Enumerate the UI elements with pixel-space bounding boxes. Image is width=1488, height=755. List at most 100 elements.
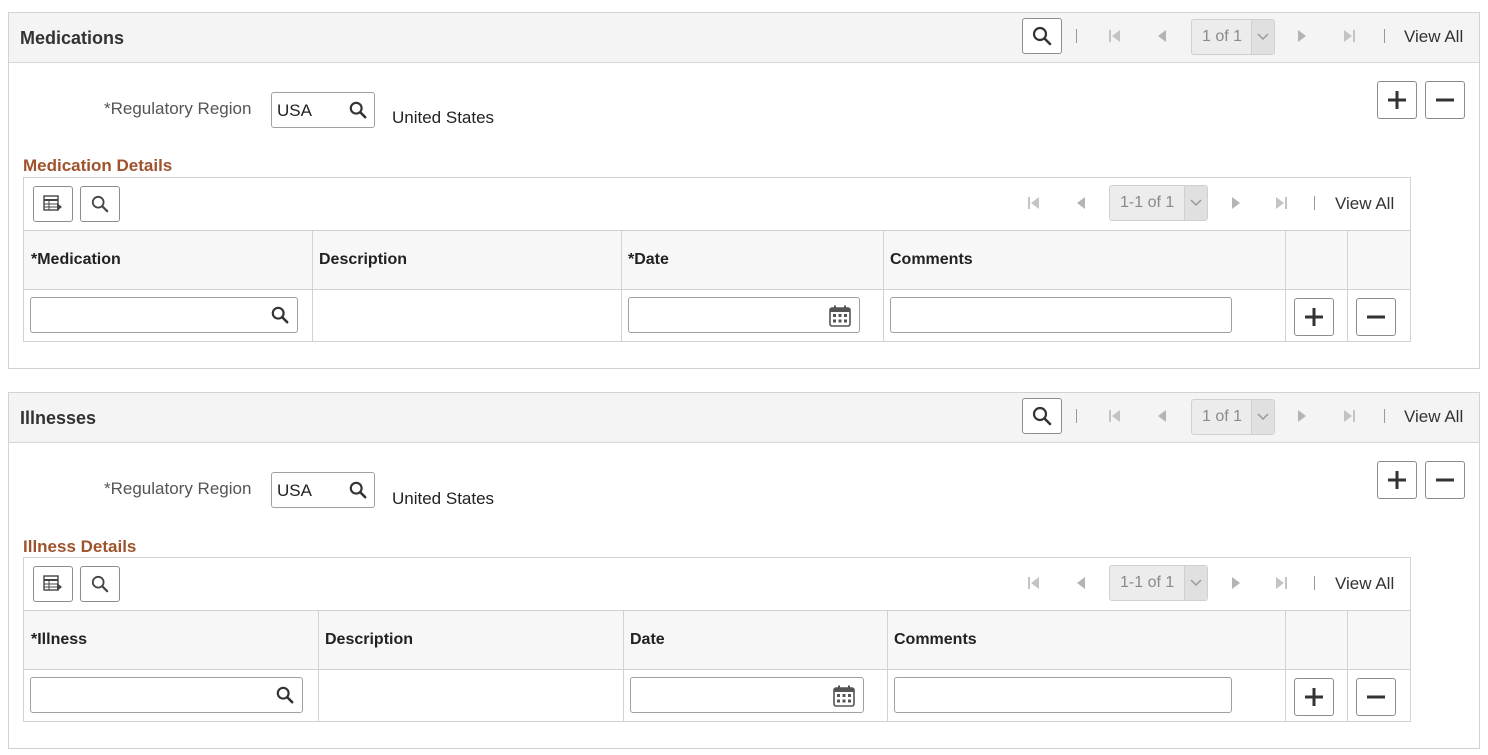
pager-text: 1 of 1 [1202,408,1243,425]
grid-header-row [24,610,1410,670]
grid-header-row [24,230,1410,290]
grid-personalize-icon [43,195,62,211]
next-page-icon[interactable] [1228,195,1244,211]
medications-title: Medications [20,28,125,48]
next-page-icon[interactable] [1294,408,1310,424]
add-row-button[interactable] [1377,81,1417,119]
column-divider [883,230,884,342]
medication-input[interactable] [30,297,298,333]
last-page-icon[interactable] [1273,575,1289,591]
column-header-date[interactable]: Date [630,631,665,649]
grid-view-all-link[interactable]: View All [1335,574,1394,594]
add-row-button[interactable] [1377,461,1417,499]
first-page-icon[interactable] [1107,408,1123,424]
separator [1384,29,1385,43]
personalize-grid-button[interactable] [33,186,73,222]
grid-personalize-icon [43,575,62,591]
calendar-icon[interactable] [833,685,855,712]
medications-view-all-link[interactable]: View All [1404,27,1463,47]
separator [1384,409,1385,423]
grid-pager-text: 1-1 of 1 [1120,574,1175,591]
regulatory-region-label: *Regulatory Region [104,99,252,118]
minus-icon [1436,98,1454,102]
column-divider [1285,610,1286,722]
personalize-grid-button[interactable] [33,566,73,602]
medication-details-grid: 1-1 of 1 View All *Medication Descriptio… [23,177,1411,342]
grid-pager[interactable]: 1-1 of 1 [1109,185,1208,221]
chevron-down-icon [1251,400,1274,434]
chevron-down-icon [1251,20,1274,54]
plus-icon [1388,91,1406,109]
column-header-medication[interactable]: *Medication [31,251,121,269]
add-row-button[interactable] [1294,678,1334,716]
grid-find-button[interactable] [80,186,120,222]
illnesses-row-pager[interactable]: 1 of 1 [1191,399,1275,435]
first-page-icon[interactable] [1107,28,1123,44]
search-icon[interactable] [349,101,367,124]
last-page-icon[interactable] [1341,408,1357,424]
previous-page-icon[interactable] [1073,195,1089,211]
column-divider [621,230,622,342]
last-page-icon[interactable] [1341,28,1357,44]
column-header-date[interactable]: *Date [628,251,669,269]
minus-icon [1436,478,1454,482]
minus-icon [1367,695,1385,699]
next-page-icon[interactable] [1294,28,1310,44]
last-page-icon[interactable] [1273,195,1289,211]
regulatory-region-value: USA [277,101,312,120]
column-header-comments[interactable]: Comments [890,251,973,269]
separator [1314,196,1315,210]
next-page-icon[interactable] [1228,575,1244,591]
column-divider [312,230,313,342]
previous-page-icon[interactable] [1154,408,1170,424]
column-divider [1347,230,1348,342]
calendar-icon[interactable] [829,305,851,332]
medications-find-button[interactable] [1022,18,1062,54]
delete-row-button[interactable] [1356,298,1396,336]
illnesses-view-all-link[interactable]: View All [1404,407,1463,427]
search-icon [1032,406,1052,426]
column-header-description[interactable]: Description [319,251,407,269]
search-icon[interactable] [271,306,289,329]
delete-row-button[interactable] [1425,81,1465,119]
regulatory-region-description: United States [392,489,495,508]
separator [1076,29,1077,43]
illnesses-section: Illnesses 1 of 1 View All *Regulatory Re… [8,392,1480,749]
regulatory-region-description: United States [392,108,495,127]
plus-icon [1388,471,1406,489]
illnesses-title: Illnesses [20,408,97,428]
grid-view-all-link[interactable]: View All [1335,194,1394,214]
search-icon[interactable] [349,481,367,504]
search-icon [91,195,109,213]
illnesses-find-button[interactable] [1022,398,1062,434]
illness-input[interactable] [30,677,303,713]
first-page-icon[interactable] [1026,195,1042,211]
previous-page-icon[interactable] [1154,28,1170,44]
grid-find-button[interactable] [80,566,120,602]
date-input[interactable] [628,297,860,333]
regulatory-region-input[interactable]: USA [271,92,375,128]
separator [1076,409,1077,423]
regulatory-region-input[interactable]: USA [271,472,375,508]
first-page-icon[interactable] [1026,575,1042,591]
delete-row-button[interactable] [1356,678,1396,716]
grid-pager[interactable]: 1-1 of 1 [1109,565,1208,601]
column-divider [623,610,624,722]
add-row-button[interactable] [1294,298,1334,336]
search-icon[interactable] [276,686,294,709]
comments-input[interactable] [894,677,1232,713]
pager-text: 1 of 1 [1202,28,1243,45]
column-header-comments[interactable]: Comments [894,631,977,649]
date-input[interactable] [630,677,864,713]
illness-details-title: Illness Details [23,537,137,556]
previous-page-icon[interactable] [1073,575,1089,591]
comments-input[interactable] [890,297,1232,333]
column-header-description[interactable]: Description [325,631,413,649]
medications-row-pager[interactable]: 1 of 1 [1191,19,1275,55]
regulatory-region-value: USA [277,481,312,500]
column-divider [1347,610,1348,722]
delete-row-button[interactable] [1425,461,1465,499]
illnesses-header: Illnesses 1 of 1 View All [9,393,1479,443]
column-header-illness[interactable]: *Illness [31,631,87,649]
column-divider [1285,230,1286,342]
